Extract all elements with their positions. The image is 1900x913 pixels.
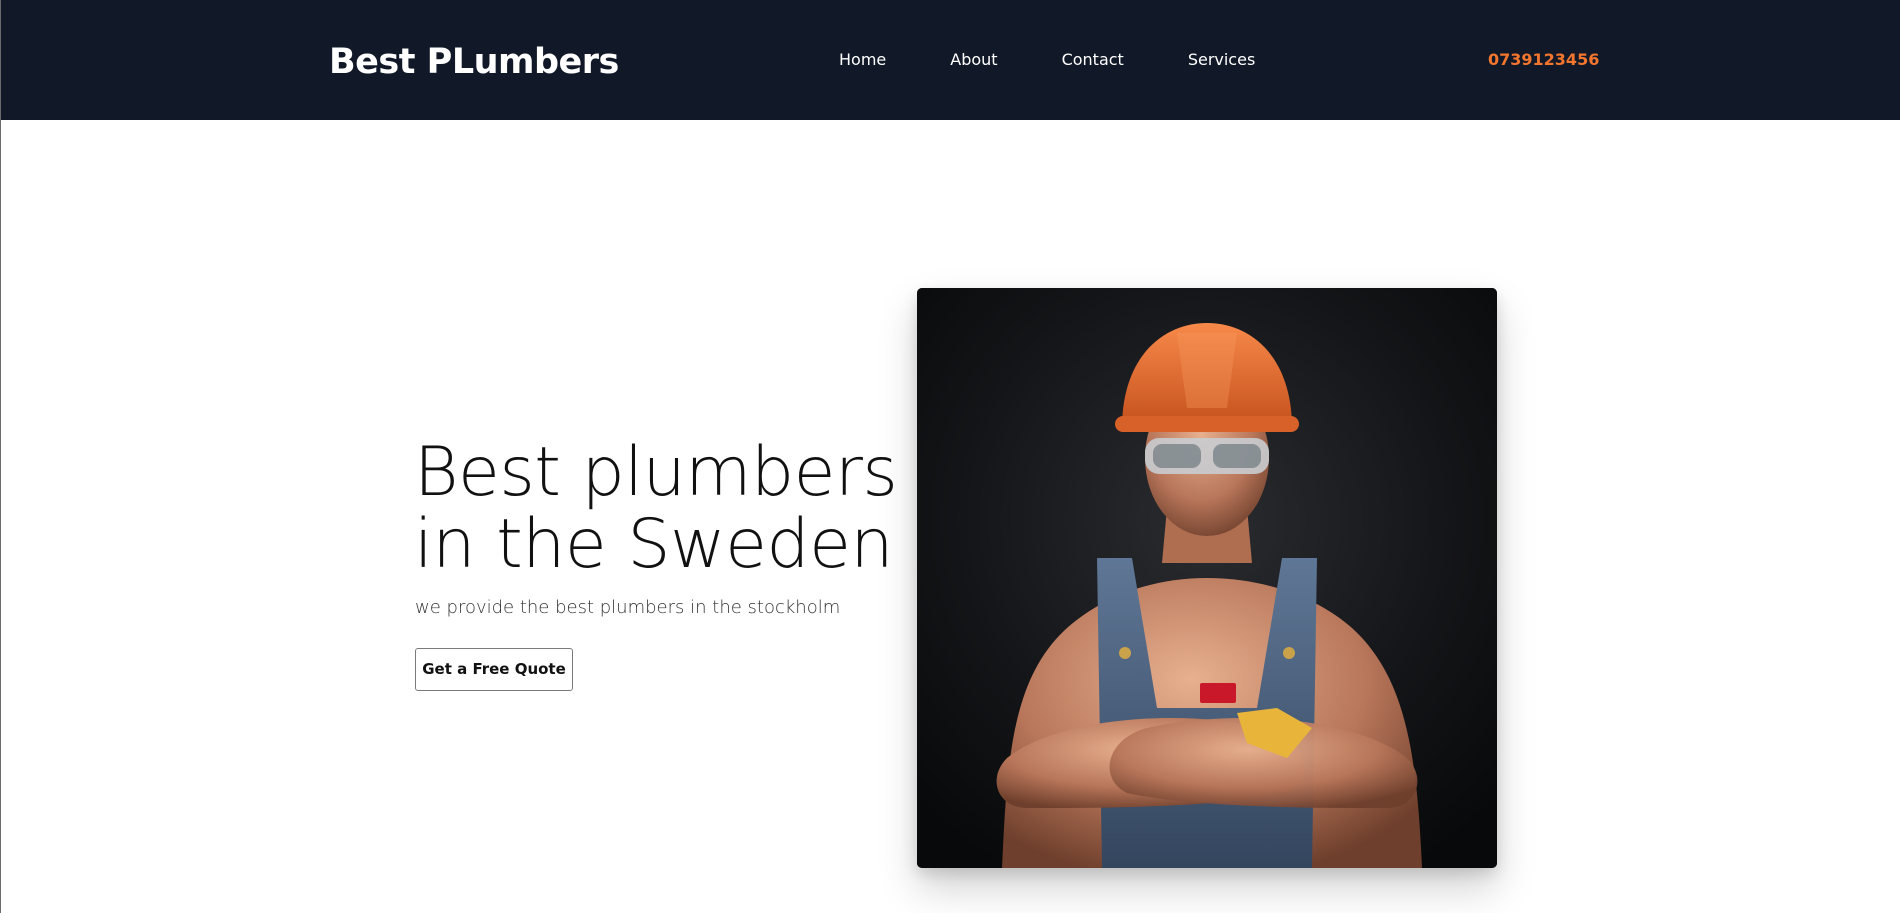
plumber-illustration bbox=[917, 288, 1497, 868]
page: Best PLumbers Home About Contact Service… bbox=[0, 0, 1900, 913]
get-free-quote-button[interactable]: Get a Free Quote bbox=[415, 648, 573, 691]
phone-number-link[interactable]: 0739123456 bbox=[1488, 49, 1599, 71]
plumber-portrait-image bbox=[917, 288, 1497, 868]
hero-title: Best plumbers in the Sweden bbox=[414, 433, 898, 584]
nav-link-about[interactable]: About bbox=[950, 49, 997, 71]
hero-title-line-1: Best plumbers bbox=[414, 433, 898, 512]
navbar: Best PLumbers Home About Contact Service… bbox=[1, 0, 1900, 120]
hero-title-line-2: in the Sweden bbox=[414, 505, 894, 584]
main-nav: Home About Contact Services bbox=[839, 49, 1255, 71]
nav-link-contact[interactable]: Contact bbox=[1062, 49, 1124, 71]
brand-logo[interactable]: Best PLumbers bbox=[329, 40, 619, 84]
nav-link-services[interactable]: Services bbox=[1188, 49, 1255, 71]
hero-subtitle: we provide the best plumbers in the stoc… bbox=[415, 597, 841, 618]
nav-link-home[interactable]: Home bbox=[839, 49, 886, 71]
